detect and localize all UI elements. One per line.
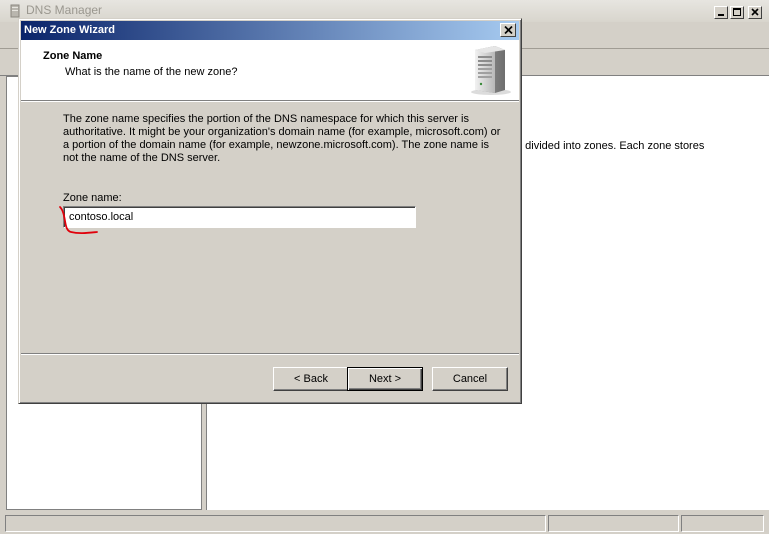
zone-name-description: The zone name specifies the portion of t… (63, 113, 501, 164)
maximize-button[interactable] (730, 6, 744, 19)
wizard-title: New Zone Wizard (24, 24, 115, 36)
status-cell-3 (681, 515, 764, 532)
close-icon (751, 8, 759, 16)
next-button[interactable]: Next > (347, 367, 423, 391)
back-button[interactable]: < Back (273, 367, 349, 391)
zone-name-input[interactable] (63, 206, 416, 228)
server-icon (467, 44, 513, 99)
status-bar (0, 512, 769, 534)
page-title: Zone Name (43, 50, 103, 62)
new-zone-wizard-dialog: New Zone Wizard Zone Name What is the na… (18, 18, 522, 404)
maximize-icon (733, 8, 741, 16)
parent-close-button[interactable] (748, 6, 762, 19)
wizard-close-button[interactable] (500, 23, 516, 37)
status-cell-main (5, 515, 546, 532)
details-text: e divided into zones. Each zone stores (516, 140, 705, 152)
close-icon (504, 26, 513, 34)
page-subtitle: What is the name of the new zone? (65, 66, 238, 78)
minimize-icon (718, 14, 724, 16)
minimize-button[interactable] (714, 6, 728, 19)
status-cell-2 (548, 515, 679, 532)
zone-name-label: Zone name: (63, 192, 122, 204)
cancel-button[interactable]: Cancel (432, 367, 508, 391)
footer-divider (21, 353, 519, 355)
parent-window-title: DNS Manager (26, 3, 103, 17)
wizard-header: Zone Name What is the name of the new zo… (21, 40, 519, 101)
header-divider (21, 101, 519, 102)
app-icon (9, 4, 21, 18)
wizard-titlebar[interactable]: New Zone Wizard (21, 21, 519, 40)
